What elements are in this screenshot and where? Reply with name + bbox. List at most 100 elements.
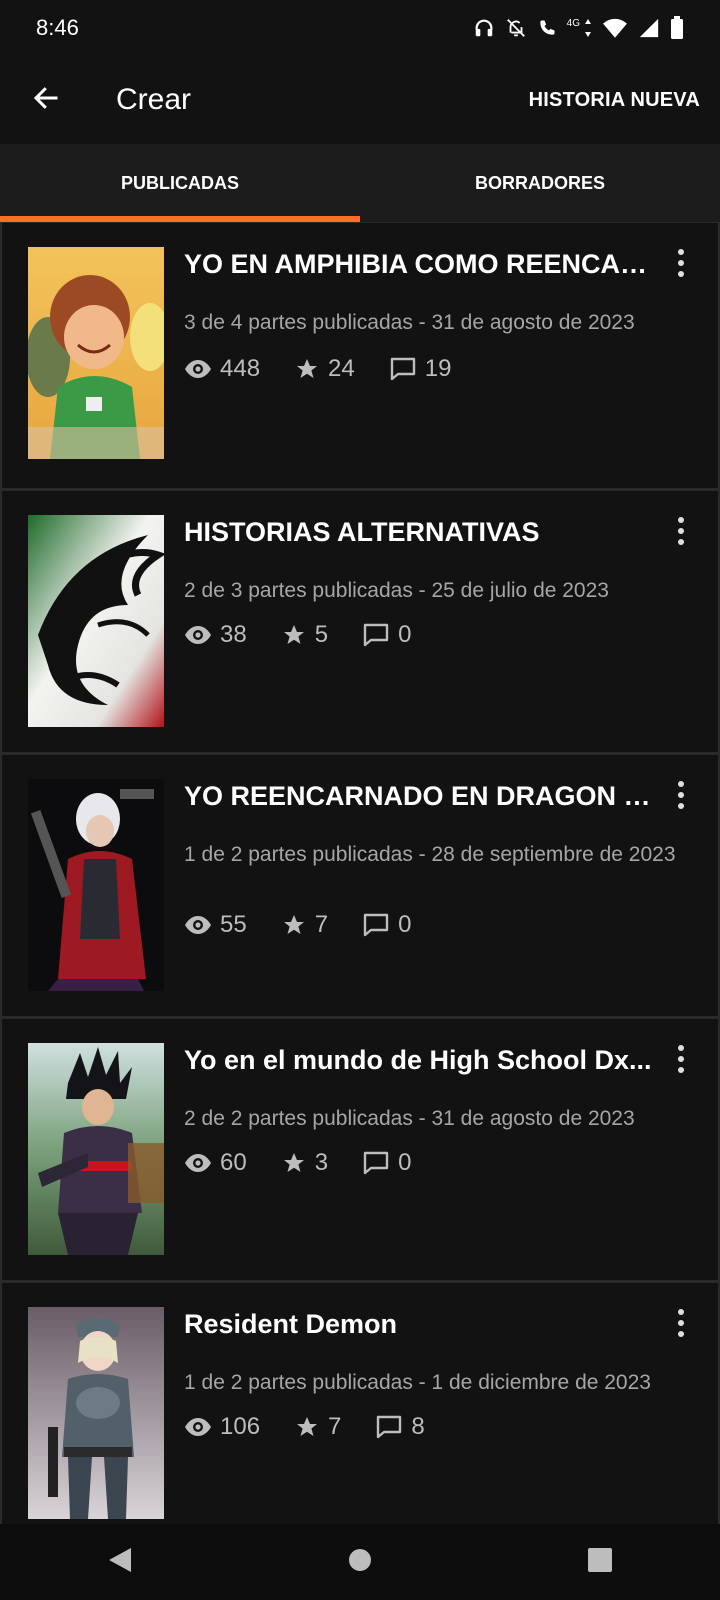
views-stat: 106 xyxy=(184,1413,260,1441)
story-cover-image xyxy=(28,1307,164,1519)
system-nav-bar xyxy=(0,1524,720,1600)
story-card[interactable]: YO REENCARNADO EN DRAGON B... 1 de 2 par… xyxy=(0,752,720,1016)
nav-recents-button[interactable] xyxy=(560,1524,640,1600)
stars-stat: 24 xyxy=(294,355,355,383)
story-cover-image xyxy=(28,1043,164,1255)
story-title: YO EN AMPHIBIA COMO REENCAR... xyxy=(184,249,654,279)
arrow-left-icon xyxy=(31,83,61,118)
story-cover-image xyxy=(28,247,164,459)
comments-count: 19 xyxy=(424,355,452,382)
stars-stat: 7 xyxy=(281,911,328,939)
star-icon xyxy=(294,357,320,381)
stars-count: 5 xyxy=(314,621,329,648)
story-title: YO REENCARNADO EN DRAGON B... xyxy=(184,781,654,811)
story-stats: 60 3 0 xyxy=(184,1149,411,1177)
wifi-icon xyxy=(602,17,628,39)
recents-square-icon xyxy=(587,1547,613,1578)
stars-stat: 3 xyxy=(281,1149,328,1177)
star-icon xyxy=(294,1415,320,1439)
tab-drafts[interactable]: BORRADORES xyxy=(360,144,720,222)
story-cover-image xyxy=(28,515,164,727)
tab-bar: PUBLICADAS BORRADORES xyxy=(0,144,720,222)
more-options-button[interactable] xyxy=(666,511,696,551)
story-stats: 38 5 0 xyxy=(184,621,411,649)
screen: 8:46 4G Crear HISTORIA NUEVA PUBLICADAS … xyxy=(0,0,720,1600)
comment-icon xyxy=(362,622,390,648)
bell-off-icon xyxy=(505,17,527,39)
story-cover-image xyxy=(28,779,164,991)
story-card[interactable]: HISTORIAS ALTERNATIVAS 2 de 3 partes pub… xyxy=(0,488,720,752)
story-meta: 2 de 2 partes publicadas - 31 de agosto … xyxy=(184,1107,635,1130)
nav-home-button[interactable] xyxy=(320,1524,400,1600)
comments-stat: 0 xyxy=(362,1149,411,1177)
page-title: Crear xyxy=(116,83,192,116)
story-title: Resident Demon xyxy=(184,1309,398,1339)
eye-icon xyxy=(184,1153,212,1173)
comments-stat: 8 xyxy=(375,1413,425,1441)
stars-count: 24 xyxy=(328,355,355,382)
eye-icon xyxy=(184,1417,212,1437)
star-icon xyxy=(281,913,307,937)
comment-icon xyxy=(389,356,417,382)
eye-icon xyxy=(184,359,212,379)
views-count: 38 xyxy=(220,621,247,648)
wifi-calling-icon xyxy=(537,17,557,39)
tab-published[interactable]: PUBLICADAS xyxy=(0,144,360,222)
comments-stat: 0 xyxy=(362,621,411,649)
views-stat: 55 xyxy=(184,911,247,939)
more-options-button[interactable] xyxy=(666,243,696,283)
views-count: 60 xyxy=(220,1149,247,1176)
story-meta: 1 de 2 partes publicadas - 28 de septiem… xyxy=(184,843,676,866)
story-title: HISTORIAS ALTERNATIVAS xyxy=(184,517,540,547)
comments-count: 0 xyxy=(398,1149,412,1176)
eye-icon xyxy=(184,915,212,935)
stars-count: 7 xyxy=(314,911,329,938)
story-stats: 55 7 0 xyxy=(184,911,411,939)
story-card[interactable]: Resident Demon 1 de 2 partes publicadas … xyxy=(0,1280,720,1524)
comment-icon xyxy=(375,1414,403,1440)
app-bar: Crear HISTORIA NUEVA xyxy=(0,56,720,144)
status-icons: 4G xyxy=(473,16,684,40)
comments-stat: 19 xyxy=(389,355,452,383)
star-icon xyxy=(281,623,307,647)
star-icon xyxy=(281,1151,307,1175)
comments-stat: 0 xyxy=(362,911,411,939)
network-type-label: 4G xyxy=(566,17,580,29)
more-options-button[interactable] xyxy=(666,1303,696,1343)
home-circle-icon xyxy=(347,1547,373,1578)
views-stat: 60 xyxy=(184,1149,247,1177)
comments-count: 8 xyxy=(411,1413,425,1440)
story-card[interactable]: Yo en el mundo de High School Dx... 2 de… xyxy=(0,1016,720,1280)
story-meta: 3 de 4 partes publicadas - 31 de agosto … xyxy=(184,311,635,334)
status-bar: 8:46 4G xyxy=(0,0,720,56)
stars-count: 7 xyxy=(328,1413,342,1440)
story-meta: 1 de 2 partes publicadas - 1 de diciembr… xyxy=(184,1371,651,1394)
stars-stat: 7 xyxy=(294,1413,341,1441)
comment-icon xyxy=(362,912,390,938)
story-title: Yo en el mundo de High School Dx... xyxy=(184,1045,652,1075)
nav-back-button[interactable] xyxy=(80,1524,160,1600)
more-options-button[interactable] xyxy=(666,1039,696,1079)
stars-count: 3 xyxy=(314,1149,329,1176)
views-stat: 448 xyxy=(184,355,260,383)
status-time: 8:46 xyxy=(36,15,79,40)
comments-count: 0 xyxy=(398,621,412,648)
signal-icon xyxy=(638,17,660,39)
story-list: YO EN AMPHIBIA COMO REENCAR... 3 de 4 pa… xyxy=(0,222,720,1524)
views-stat: 38 xyxy=(184,621,247,649)
views-count: 448 xyxy=(220,355,261,382)
stars-stat: 5 xyxy=(281,621,328,649)
data-arrows-icon xyxy=(584,18,592,38)
comments-count: 0 xyxy=(398,911,412,938)
story-meta: 2 de 3 partes publicadas - 25 de julio d… xyxy=(184,579,609,602)
new-story-button[interactable]: HISTORIA NUEVA xyxy=(509,56,720,144)
back-triangle-icon xyxy=(107,1546,133,1579)
more-options-button[interactable] xyxy=(666,775,696,815)
views-count: 55 xyxy=(220,911,247,938)
story-card[interactable]: YO EN AMPHIBIA COMO REENCAR... 3 de 4 pa… xyxy=(0,222,720,488)
story-stats: 106 7 8 xyxy=(184,1413,425,1441)
views-count: 106 xyxy=(220,1413,261,1440)
back-button[interactable] xyxy=(0,56,92,144)
battery-icon xyxy=(670,16,684,40)
comment-icon xyxy=(362,1150,390,1176)
